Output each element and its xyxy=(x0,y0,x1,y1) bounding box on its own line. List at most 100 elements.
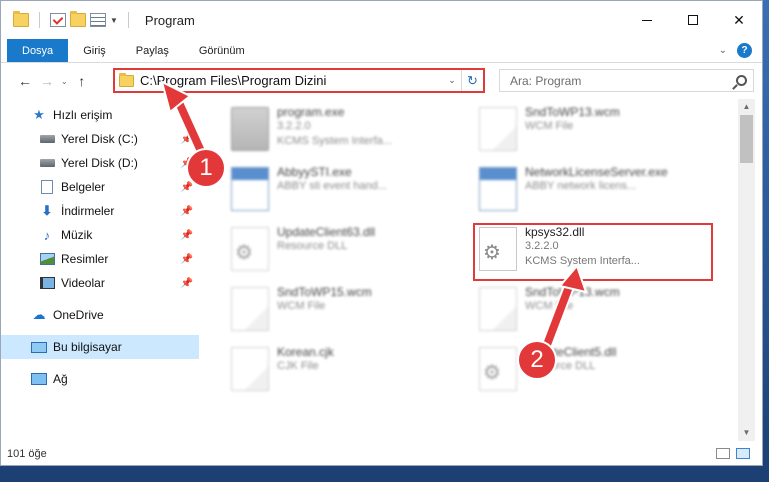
minimize-button[interactable] xyxy=(624,1,670,39)
file-description: ABBY sti event hand... xyxy=(277,180,387,192)
pin-icon[interactable]: 📌 xyxy=(181,230,193,241)
sidebar-item-pictures[interactable]: Resimler 📌 xyxy=(1,247,199,271)
help-icon[interactable]: ? xyxy=(737,43,752,58)
ribbon-tabs: Dosya Giriş Paylaş Görünüm ⌄ ? xyxy=(1,39,762,63)
divider xyxy=(39,12,40,28)
tab-share[interactable]: Paylaş xyxy=(121,39,184,62)
search-placeholder: Ara: Program xyxy=(510,73,582,88)
tab-file[interactable]: Dosya xyxy=(7,39,69,62)
file-tile[interactable]: SndToWP13.wcm WCM File xyxy=(479,285,714,343)
address-dropdown-icon[interactable]: ⌄ xyxy=(443,75,461,86)
file-tile[interactable]: UpdateClient5.dll Resource DLL xyxy=(479,345,714,403)
sidebar-item-label: Belgeler xyxy=(61,180,106,194)
details-view-icon[interactable] xyxy=(716,448,730,459)
vertical-scrollbar[interactable]: ▲ ▼ xyxy=(738,99,755,441)
pin-icon[interactable]: 📌 xyxy=(181,254,193,265)
sidebar-item-videos[interactable]: Videolar 📌 xyxy=(1,271,199,295)
cloud-icon: ☁ xyxy=(32,307,46,322)
file-name: AbbyySTI.exe xyxy=(277,165,352,179)
item-count: 101 öğe xyxy=(7,448,47,460)
sidebar-item-this-pc[interactable]: Bu bilgisayar xyxy=(1,335,199,359)
window-title: Program xyxy=(144,12,195,28)
sidebar-item-network[interactable]: Ağ xyxy=(1,367,199,391)
properties-check-icon[interactable] xyxy=(50,13,66,27)
address-bar[interactable]: C:\Program Files\Program Dizini ⌄ ↻ xyxy=(113,68,485,93)
file-icon xyxy=(231,347,269,391)
forward-arrow-icon[interactable]: → xyxy=(39,73,55,89)
sidebar-item-label: Videolar xyxy=(61,276,105,290)
navigation-pane: ★ Hızlı erişim Yerel Disk (C:) 📌 Yerel D… xyxy=(1,99,201,441)
file-tile[interactable]: AbbyySTI.exe ABBY sti event hand... xyxy=(231,165,466,223)
sidebar-item-label: İndirmeler xyxy=(61,204,115,218)
file-tile[interactable]: SndToWP13.wcm WCM File xyxy=(479,105,714,163)
view-toggle xyxy=(716,448,750,459)
exe-file-icon xyxy=(231,167,269,211)
dll-file-icon xyxy=(479,347,517,391)
pin-icon[interactable]: 📌 xyxy=(181,278,193,289)
pin-icon[interactable]: 📌 xyxy=(181,182,193,193)
sidebar-item-label: Ağ xyxy=(53,372,68,386)
sidebar-item-label: OneDrive xyxy=(53,308,104,322)
scroll-up-icon[interactable]: ▲ xyxy=(738,101,755,113)
maximize-button[interactable] xyxy=(670,1,716,39)
search-input[interactable]: Ara: Program xyxy=(499,69,754,92)
tab-view[interactable]: Görünüm xyxy=(184,39,260,62)
divider xyxy=(127,12,129,28)
file-tile[interactable]: Korean.cjk CJK File xyxy=(231,345,466,403)
view-options-icon[interactable] xyxy=(90,13,106,27)
maximize-icon xyxy=(688,15,698,25)
file-type: Resource DLL xyxy=(277,240,348,252)
sidebar-item-label: Bu bilgisayar xyxy=(53,340,122,354)
sidebar-item-disk-c[interactable]: Yerel Disk (C:) 📌 xyxy=(1,127,199,151)
folder-icon xyxy=(13,11,29,27)
folder-icon xyxy=(119,72,134,87)
file-list: program.exe 3.2.2.0 KCMS System Interfa.… xyxy=(209,99,737,441)
back-arrow-icon[interactable]: ← xyxy=(17,73,33,89)
file-tile[interactable]: NetworkLicenseServer.exe ABBY network li… xyxy=(479,165,714,223)
file-tile[interactable]: SndToWP15.wcm WCM File xyxy=(231,285,466,343)
file-name: SndToWP13.wcm xyxy=(525,105,620,119)
pin-icon[interactable]: 📌 xyxy=(181,134,193,145)
sidebar-item-onedrive[interactable]: ☁ OneDrive xyxy=(1,303,199,327)
scrollbar-thumb[interactable] xyxy=(740,115,753,163)
sidebar-item-quick-access[interactable]: ★ Hızlı erişim xyxy=(1,103,199,127)
star-icon: ★ xyxy=(33,107,45,122)
sidebar-item-label: Yerel Disk (C:) xyxy=(61,132,138,146)
tab-home[interactable]: Giriş xyxy=(68,39,121,62)
quick-access-toolbar: ▼ Program xyxy=(1,11,195,28)
pin-icon[interactable]: 📌 xyxy=(181,206,193,217)
music-icon: ♪ xyxy=(43,227,51,243)
pictures-icon xyxy=(39,252,55,266)
disk-icon xyxy=(39,132,55,146)
expand-ribbon-icon[interactable]: ⌄ xyxy=(719,45,727,56)
new-folder-icon[interactable] xyxy=(70,11,86,27)
up-arrow-icon[interactable]: ↑ xyxy=(74,73,90,89)
sidebar-item-music[interactable]: ♪ Müzik 📌 xyxy=(1,223,199,247)
sidebar-item-documents[interactable]: Belgeler 📌 xyxy=(1,175,199,199)
title-bar: ▼ Program ✕ xyxy=(1,1,762,39)
file-name: SndToWP13.wcm xyxy=(525,285,620,299)
file-name: SndToWP15.wcm xyxy=(277,285,372,299)
chevron-down-icon[interactable]: ▼ xyxy=(110,16,118,25)
file-tile[interactable]: program.exe 3.2.2.0 KCMS System Interfa.… xyxy=(231,105,466,163)
close-icon: ✕ xyxy=(733,11,745,28)
file-icon xyxy=(231,287,269,331)
address-path[interactable]: C:\Program Files\Program Dizini xyxy=(140,73,443,88)
recent-locations-chevron-icon[interactable]: ⌄ xyxy=(61,77,68,86)
close-button[interactable]: ✕ xyxy=(716,1,762,39)
callout-badge-1: 1 xyxy=(186,148,226,188)
ribbon-right-controls: ⌄ ? xyxy=(719,43,752,58)
file-type: WCM File xyxy=(525,120,574,132)
file-tile[interactable]: UpdateClient63.dll Resource DLL xyxy=(231,225,466,283)
navigation-bar: ← → ⌄ ↑ C:\Program Files\Program Dizini … xyxy=(1,66,762,96)
file-version: 3.2.2.0 xyxy=(277,120,311,132)
tiles-view-icon[interactable] xyxy=(736,448,750,459)
nav-buttons: ← → ⌄ ↑ xyxy=(1,73,113,89)
sidebar-item-disk-d[interactable]: Yerel Disk (D:) 📌 xyxy=(1,151,199,175)
file-name: program.exe xyxy=(277,105,345,119)
sidebar-item-downloads[interactable]: ⬇ İndirmeler 📌 xyxy=(1,199,199,223)
main-area: ★ Hızlı erişim Yerel Disk (C:) 📌 Yerel D… xyxy=(1,99,762,441)
scroll-down-icon[interactable]: ▼ xyxy=(738,427,755,439)
refresh-icon[interactable]: ↻ xyxy=(461,70,483,91)
file-type: CJK File xyxy=(277,360,319,372)
